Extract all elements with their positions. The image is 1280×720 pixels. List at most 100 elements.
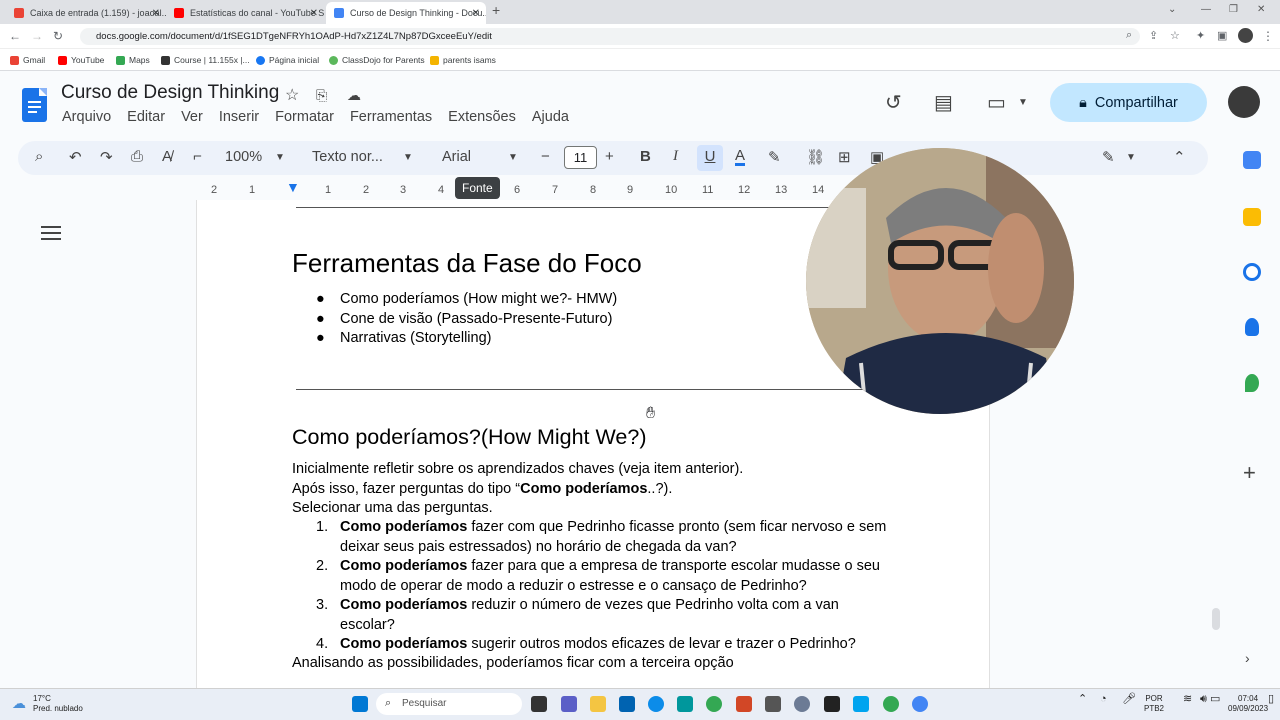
bookmark-youtube[interactable]: YouTube [58,55,104,65]
r-icon[interactable] [794,696,810,712]
ruler[interactable]: 2 1 ▼ 1 2 3 4 5 6 7 8 9 10 11 12 13 14 [196,179,916,200]
chevron-up-icon[interactable]: ⌃ [1078,694,1087,705]
microphone-icon[interactable]: 🎤︎ [1122,694,1136,705]
close-tab-icon[interactable]: ✕ [152,8,160,19]
app-icon[interactable] [853,696,869,712]
store-icon[interactable] [619,696,635,712]
bookmark-star-icon[interactable]: ☆ [1170,29,1180,42]
font-select[interactable]: Arial [442,149,471,165]
chevron-down-icon[interactable]: ▼ [403,152,413,163]
profile-avatar[interactable] [1238,28,1253,43]
editing-mode-icon[interactable]: ✎ [1102,148,1115,166]
bookmark-isams[interactable]: parents isams [430,55,496,65]
share-button[interactable]: 🔒︎ Compartilhar [1050,83,1207,122]
chrome-icon[interactable] [912,696,928,712]
task-view-icon[interactable] [531,696,547,712]
bookmark-facebook[interactable]: Página inicial [256,55,319,65]
powerpoint-icon[interactable] [736,696,752,712]
wifi-icon[interactable]: ≋ [1183,694,1192,705]
maps-icon[interactable] [1245,374,1259,392]
close-tab-icon[interactable]: ✕ [310,8,318,19]
version-history-icon[interactable]: ↺ [885,90,902,115]
bookmark-maps[interactable]: Maps [116,55,150,65]
redo-icon[interactable]: ↷ [100,148,113,166]
insert-link-icon[interactable]: ⛓ [806,148,825,166]
undo-icon[interactable]: ↶ [69,148,82,166]
close-tab-icon[interactable]: ✕ [472,8,480,19]
maximize-button[interactable]: ❐ [1229,4,1238,15]
battery-icon[interactable]: ▭ [1210,694,1220,705]
font-size-input[interactable]: 11 [564,146,597,169]
highlight-icon[interactable]: ✎ [768,148,781,166]
forward-icon[interactable]: → [31,29,43,43]
chevron-down-icon[interactable]: ▼ [275,152,285,163]
terminal-icon[interactable] [765,696,781,712]
sidebar-icon[interactable]: ▣ [1217,29,1227,42]
italic-icon[interactable]: I [673,148,678,165]
browser-menu-icon[interactable]: ⋮ [1262,29,1274,43]
bookmark-classdojo[interactable]: ClassDojo for Parents [329,55,425,65]
decrease-font-size-icon[interactable]: − [541,148,550,165]
new-tab-button[interactable]: + [492,2,500,18]
menu-formatar[interactable]: Formatar [275,109,334,125]
paint-format-icon[interactable]: ⌐ [193,148,202,165]
arduino-icon[interactable] [677,696,693,712]
minimize-button[interactable]: — [1201,4,1211,15]
star-icon[interactable]: ☆ [285,85,299,105]
chevron-down-icon[interactable]: ▼ [508,152,518,163]
reload-icon[interactable]: ↻ [53,29,63,43]
extensions-icon[interactable]: ✦ [1196,29,1205,42]
add-comment-icon[interactable]: ⊞ [838,148,851,166]
menu-inserir[interactable]: Inserir [219,109,259,125]
edge-icon[interactable] [648,696,664,712]
menu-ajuda[interactable]: Ajuda [532,109,569,125]
menu-ferramentas[interactable]: Ferramentas [350,109,432,125]
browser-tab-youtube[interactable]: Estatísticas do canal - YouTube S... ✕ [166,2,324,24]
spellcheck-icon[interactable]: A̸ [162,148,172,165]
menu-ver[interactable]: Ver [181,109,203,125]
clock[interactable]: 07:04 09/09/2023 [1228,694,1268,714]
google-docs-logo-icon[interactable] [22,88,47,122]
indent-marker-icon[interactable]: ▼ [286,179,300,195]
windows-start-icon[interactable] [352,696,368,712]
url-field[interactable]: docs.google.com/document/d/1fSEG1DTgeNFR… [80,28,1140,45]
document-title[interactable]: Curso de Design Thinking [61,82,279,104]
menu-arquivo[interactable]: Arquivo [62,109,111,125]
network-status-icon[interactable]: ◔ [1100,694,1107,705]
volume-icon[interactable]: 🔊︎ [1200,694,1207,705]
cloud-status-icon[interactable]: ☁ [347,87,361,104]
file-explorer-icon[interactable] [590,696,606,712]
comments-icon[interactable]: ▤ [934,90,953,115]
search-menus-icon[interactable]: ⌕ [35,148,43,165]
underline-icon[interactable]: U [697,145,723,171]
account-avatar[interactable] [1228,86,1260,118]
app-icon[interactable] [824,696,840,712]
bookmark-gmail[interactable]: Gmail [10,55,45,65]
taskbar-search[interactable]: Pesquisar [376,693,522,715]
add-addon-icon[interactable]: + [1243,460,1256,486]
browser-tab-docs[interactable]: Curso de Design Thinking - Docu... ✕ [326,2,486,24]
menu-extensoes[interactable]: Extensões [448,109,516,125]
zoom-select[interactable]: 100% [225,149,262,165]
chrome-icon[interactable] [883,696,899,712]
back-icon[interactable]: ← [9,29,21,43]
close-window-button[interactable]: ✕ [1257,4,1265,15]
keep-icon[interactable] [1243,208,1261,226]
text-color-icon[interactable]: A [735,148,746,166]
tab-search-icon[interactable]: ⌄ [1168,4,1176,15]
move-folder-icon[interactable]: ⎘ [316,87,327,104]
menu-editar[interactable]: Editar [127,109,165,125]
print-icon[interactable]: ⎙ [131,148,143,165]
chevron-down-icon[interactable]: ▼ [1126,152,1136,163]
share-page-icon[interactable]: ⇪ [1149,29,1158,42]
increase-font-size-icon[interactable]: + [605,148,614,165]
bookmark-course[interactable]: Course | 11.155x |... [161,55,250,65]
scrollbar-thumb[interactable] [1212,608,1220,630]
meet-video-icon[interactable]: ▭ [987,90,1006,115]
notifications-icon[interactable]: ▯ [1268,694,1274,705]
style-select[interactable]: Texto nor... [312,149,383,165]
chevron-down-icon[interactable]: ▼ [1018,97,1028,108]
browser-tab-gmail[interactable]: Caixa de entrada (1.159) - joaoal... ✕ [6,2,166,24]
zoom-icon[interactable]: ⌕ [1126,29,1132,42]
tasks-icon[interactable] [1243,263,1261,281]
